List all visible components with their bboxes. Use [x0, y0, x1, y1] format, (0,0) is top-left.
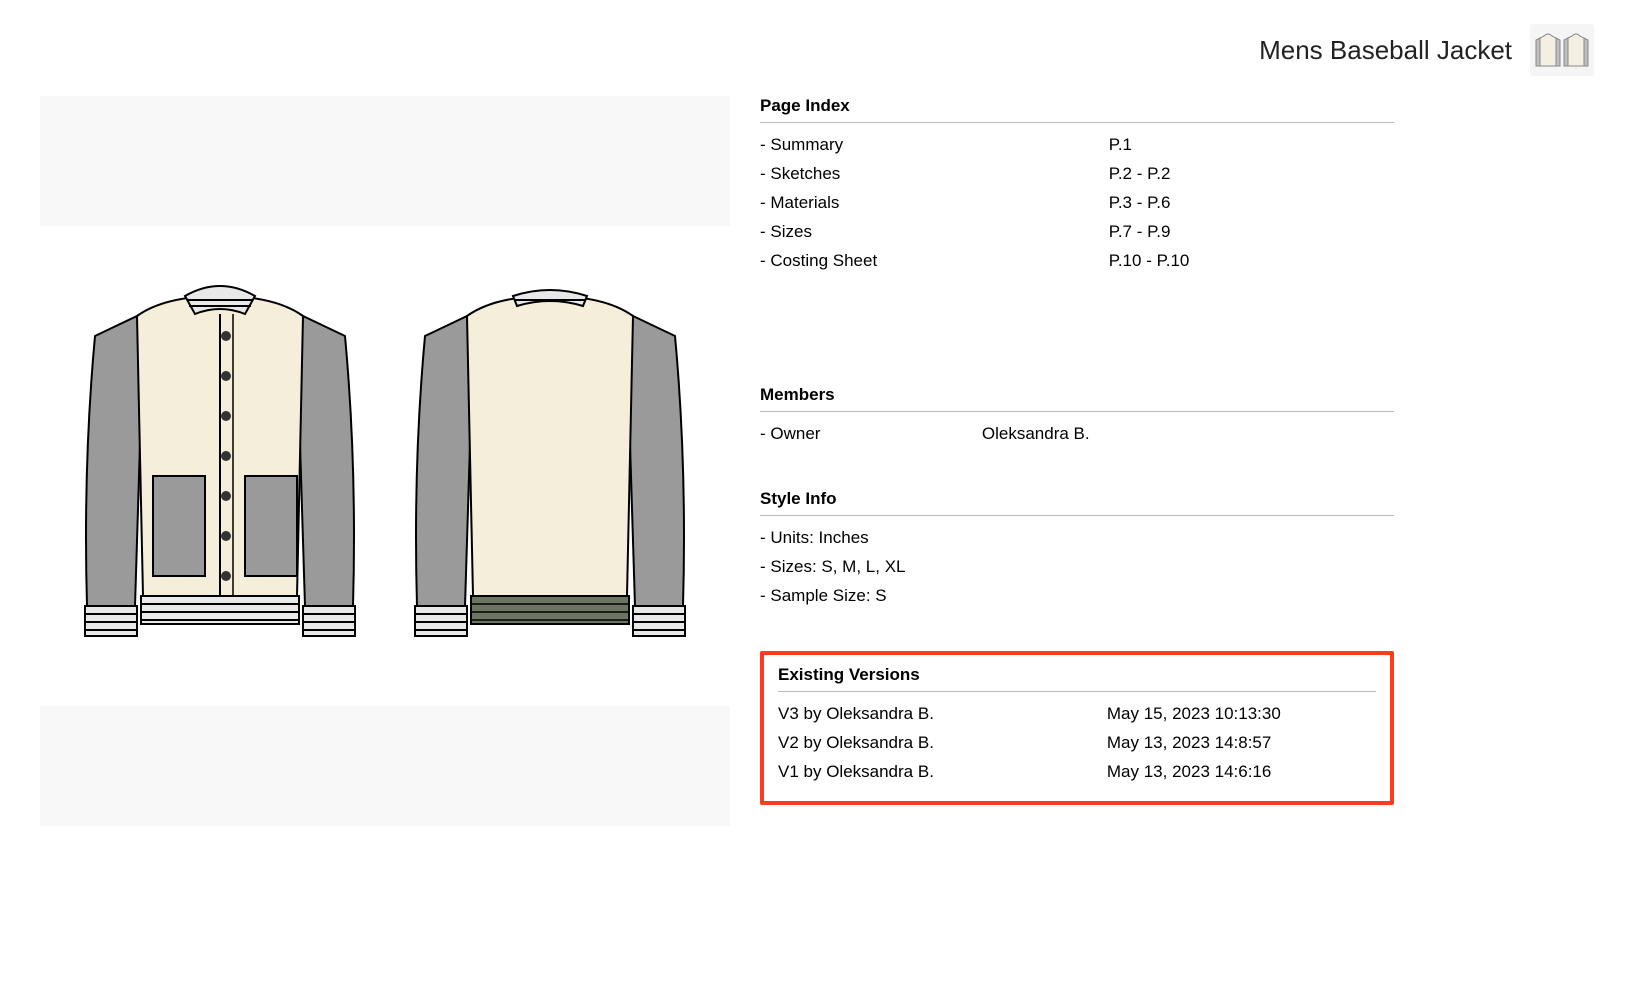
jacket-front-sketch	[65, 266, 375, 666]
page-title: Mens Baseball Jacket	[1259, 35, 1512, 66]
page-index-label: - Materials	[760, 189, 1109, 218]
style-info-section: Style Info - Units: Inches - Sizes: S, M…	[760, 489, 1394, 611]
page-index-label: - Costing Sheet	[760, 247, 1109, 276]
jacket-mini-icon	[1534, 28, 1590, 72]
left-panel	[40, 96, 730, 968]
member-name: Oleksandra B.	[982, 420, 1394, 449]
section-header-versions: Existing Versions	[778, 665, 1376, 692]
version-date: May 13, 2023 14:6:16	[1107, 758, 1376, 787]
page-index-value: P.1	[1109, 131, 1394, 160]
placeholder-box-bottom	[40, 706, 730, 826]
page-index-label: - Sizes	[760, 218, 1109, 247]
version-date: May 15, 2023 10:13:30	[1107, 700, 1376, 729]
section-header-members: Members	[760, 385, 1394, 412]
sketch-area	[40, 256, 730, 676]
placeholder-box-top	[40, 96, 730, 226]
version-label: V3 by Oleksandra B.	[778, 700, 1107, 729]
section-header-style-info: Style Info	[760, 489, 1394, 516]
style-info-item: - Sizes: S, M, L, XL	[760, 553, 1109, 582]
page-index-value: P.10 - P.10	[1109, 247, 1394, 276]
version-label: V2 by Oleksandra B.	[778, 729, 1107, 758]
main-content: Page Index - SummaryP.1 - SketchesP.2 - …	[40, 96, 1594, 968]
version-label: V1 by Oleksandra B.	[778, 758, 1107, 787]
header: Mens Baseball Jacket	[40, 24, 1594, 76]
version-date: May 13, 2023 14:8:57	[1107, 729, 1376, 758]
tech-pack-page: Mens Baseball Jacket	[0, 0, 1634, 1000]
right-panel: Page Index - SummaryP.1 - SketchesP.2 - …	[750, 96, 1594, 968]
page-index-value: P.2 - P.2	[1109, 160, 1394, 189]
existing-versions-highlight: Existing Versions V3 by Oleksandra B.May…	[760, 651, 1394, 805]
page-index-value: P.3 - P.6	[1109, 189, 1394, 218]
jacket-back-sketch	[395, 266, 705, 666]
product-thumbnail	[1530, 24, 1594, 76]
section-header-page-index: Page Index	[760, 96, 1394, 123]
page-index-label: - Summary	[760, 131, 1109, 160]
page-index-label: - Sketches	[760, 160, 1109, 189]
style-info-item: - Sample Size: S	[760, 582, 1109, 611]
page-index-value: P.7 - P.9	[1109, 218, 1394, 247]
style-info-item: - Units: Inches	[760, 524, 1109, 553]
members-section: Members - OwnerOleksandra B.	[760, 385, 1394, 449]
page-index-section: Page Index - SummaryP.1 - SketchesP.2 - …	[760, 96, 1394, 275]
member-role: - Owner	[760, 420, 982, 449]
